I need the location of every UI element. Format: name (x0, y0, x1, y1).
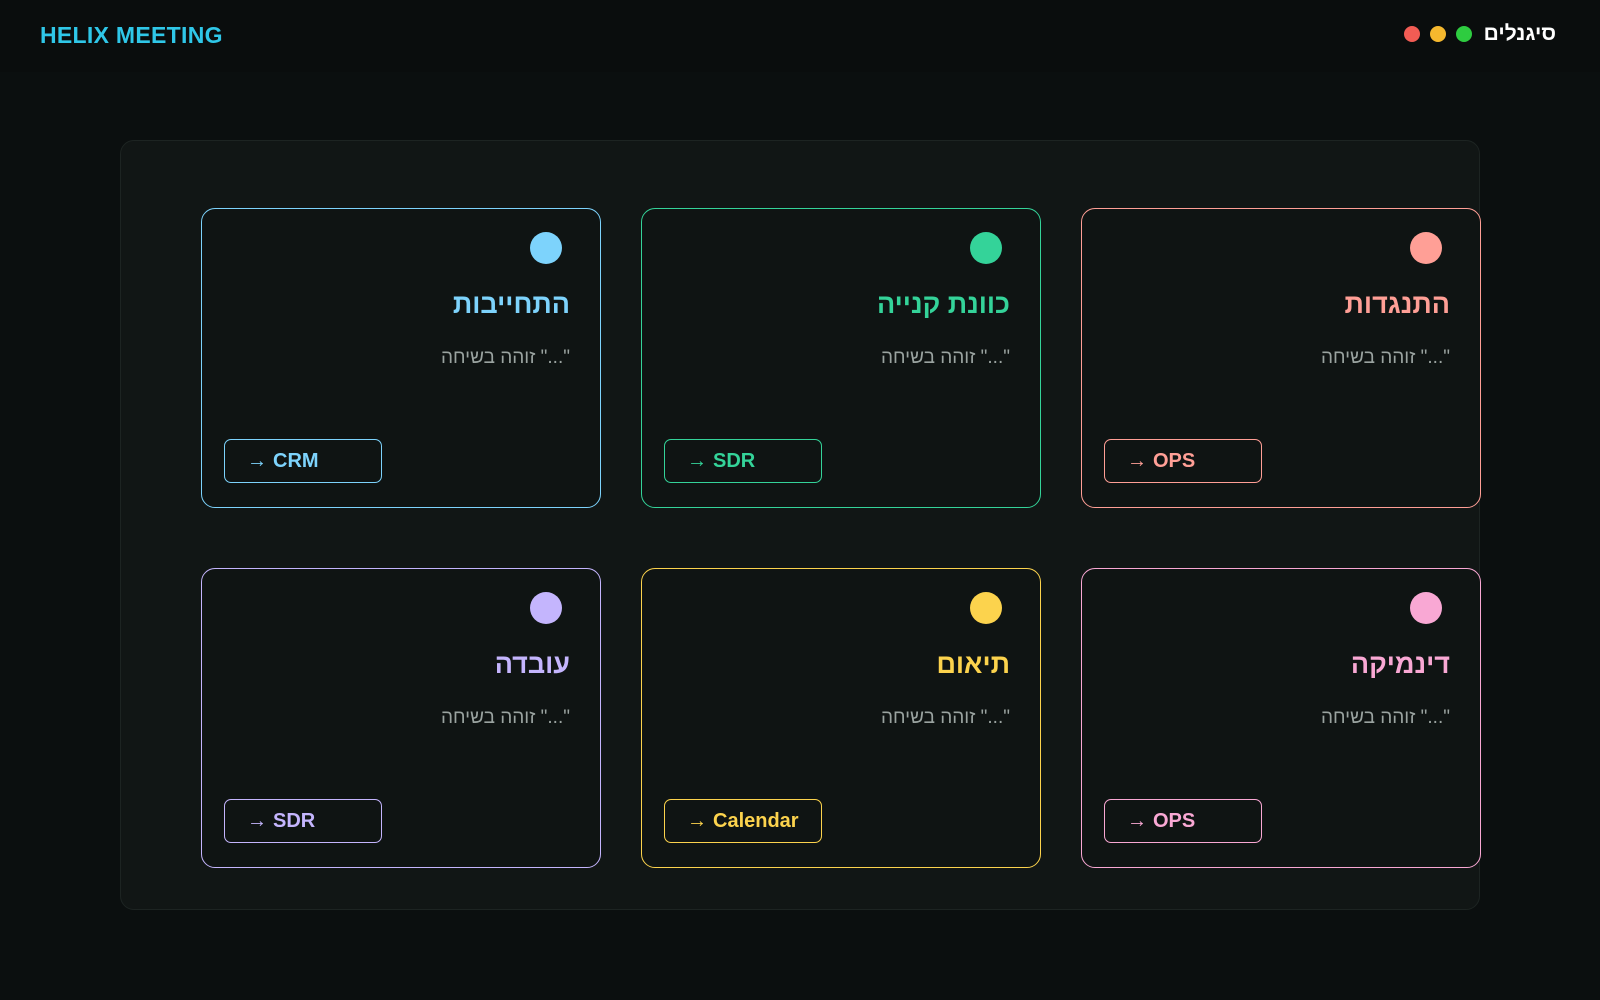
signal-color-dot-icon (970, 592, 1002, 624)
route-button-label: OPS (1153, 809, 1196, 832)
signal-card-title: התחייבות (452, 289, 570, 319)
signal-card-description: "..." זוהה בשיחה (880, 347, 1010, 368)
signals-label: סיגנלים (1483, 22, 1556, 45)
route-button-label: OPS (1153, 449, 1196, 472)
signal-card-title: התנגדות (1344, 289, 1450, 319)
arrow-right-icon: → (247, 449, 267, 472)
signal-card-title: עובדה (494, 649, 570, 679)
signal-card-commitment: התחייבות "..." זוהה בשיחה → CRM (201, 208, 601, 508)
arrow-right-icon: → (687, 449, 707, 472)
arrow-right-icon: → (247, 809, 267, 832)
route-button-label: Calendar (713, 809, 799, 832)
status-dot-red-icon (1403, 26, 1420, 42)
signal-card-title: דינמיקה (1350, 649, 1450, 679)
signals-indicator: סיגנלים (1403, 22, 1556, 46)
signal-card-dynamics: דינמיקה "..." זוהה בשיחה → OPS (1081, 568, 1481, 868)
route-button-calendar[interactable]: → Calendar (664, 799, 822, 843)
route-button-ops[interactable]: → OPS (1104, 799, 1262, 843)
arrow-right-icon: → (1127, 449, 1147, 472)
brand-logo: HELIX MEETING (40, 22, 223, 48)
signal-color-dot-icon (1410, 232, 1442, 264)
route-button-label: SDR (713, 449, 756, 472)
route-button-label: SDR (273, 809, 316, 832)
signal-card-title: תיאום (936, 649, 1010, 679)
signal-card-coordination: תיאום "..." זוהה בשיחה → Calendar (641, 568, 1041, 868)
arrow-right-icon: → (687, 809, 707, 832)
route-button-sdr[interactable]: → SDR (664, 439, 822, 483)
signal-card-description: "..." זוהה בשיחה (1320, 347, 1450, 368)
status-dot-green-icon (1455, 26, 1472, 42)
signal-card-description: "..." זוהה בשיחה (440, 347, 570, 368)
signal-color-dot-icon (530, 592, 562, 624)
signals-panel: התנגדות "..." זוהה בשיחה → OPS כוונת קניי… (120, 140, 1481, 910)
route-button-ops[interactable]: → OPS (1104, 439, 1262, 483)
signal-color-dot-icon (970, 232, 1002, 264)
signal-card-purchase-intent: כוונת קנייה "..." זוהה בשיחה → SDR (641, 208, 1041, 508)
signal-card-title: כוונת קנייה (876, 289, 1010, 319)
signal-card-fact: עובדה "..." זוהה בשיחה → SDR (201, 568, 601, 868)
signal-color-dot-icon (1410, 592, 1442, 624)
signal-card-description: "..." זוהה בשיחה (880, 707, 1010, 728)
route-button-label: CRM (273, 449, 319, 472)
route-button-crm[interactable]: → CRM (224, 439, 382, 483)
route-button-sdr[interactable]: → SDR (224, 799, 382, 843)
arrow-right-icon: → (1127, 809, 1147, 832)
signal-card-description: "..." זוהה בשיחה (1320, 707, 1450, 728)
top-bar: HELIX MEETING סיגנלים (0, 0, 1600, 72)
signal-color-dot-icon (530, 232, 562, 264)
signal-card-objection: התנגדות "..." זוהה בשיחה → OPS (1081, 208, 1481, 508)
status-dot-amber-icon (1429, 26, 1446, 42)
signal-card-description: "..." זוהה בשיחה (440, 707, 570, 728)
